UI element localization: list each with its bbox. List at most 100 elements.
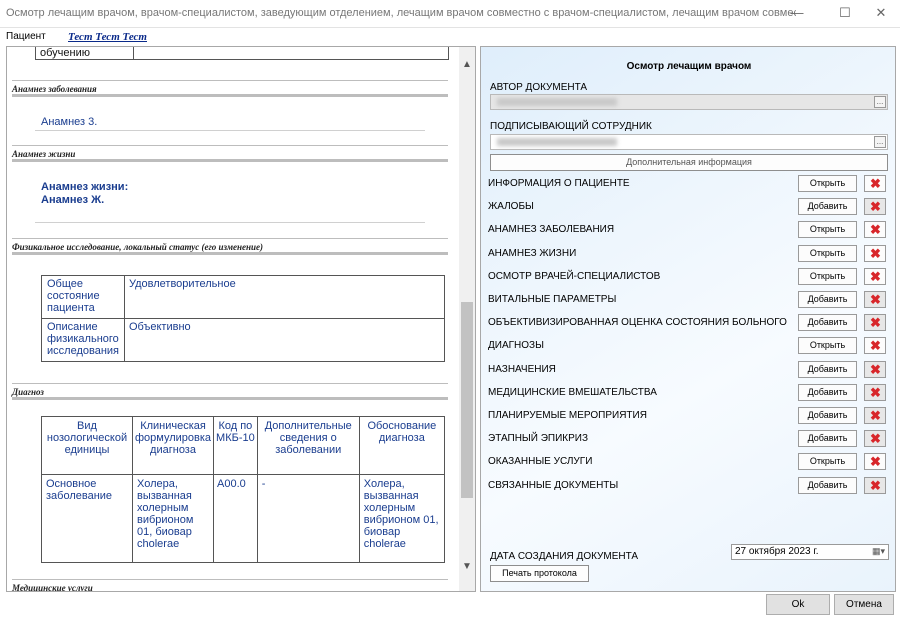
table-cell: Основное заболевание bbox=[41, 474, 133, 563]
delete-button[interactable]: ✖ bbox=[864, 314, 886, 332]
delete-button[interactable]: ✖ bbox=[864, 291, 886, 308]
delete-button[interactable]: ✖ bbox=[864, 383, 886, 401]
document-preview[interactable]: обучению Анамнез заболевания Анамнез 3. … bbox=[6, 46, 476, 592]
delete-icon: ✖ bbox=[870, 245, 881, 261]
author-field[interactable]: ... bbox=[490, 94, 888, 110]
delete-icon: ✖ bbox=[870, 268, 881, 284]
maximize-button[interactable]: ☐ bbox=[826, 0, 864, 28]
anamnesis-life-line1: Анамнез жизни: bbox=[41, 181, 129, 193]
table-header-cell: Дополнительные сведения о заболевании bbox=[256, 416, 360, 475]
delete-button[interactable]: ✖ bbox=[864, 476, 886, 494]
table-row: Общее состояние пациента Удовлетворитель… bbox=[41, 275, 445, 319]
delete-icon: ✖ bbox=[870, 315, 881, 331]
signer-select-button[interactable]: ... bbox=[874, 136, 886, 148]
add-button[interactable]: Добавить bbox=[798, 407, 857, 424]
scroll-down-icon[interactable]: ▼ bbox=[459, 559, 475, 575]
diagnosis-table: Вид нозологической единицы Клиническая ф… bbox=[41, 416, 446, 563]
delete-icon: ✖ bbox=[870, 408, 881, 423]
delete-button[interactable]: ✖ bbox=[864, 407, 886, 424]
anamnesis-disease-text: Анамнез 3. bbox=[41, 116, 98, 128]
redacted-name bbox=[497, 98, 617, 106]
additional-info-button[interactable]: Дополнительная информация bbox=[490, 154, 888, 171]
document-content: обучению Анамнез заболевания Анамнез 3. … bbox=[7, 47, 459, 591]
add-button[interactable]: Добавить bbox=[798, 314, 857, 332]
table-header-cell: Клиническая формулировка диагноза bbox=[131, 416, 215, 475]
delete-button[interactable]: ✖ bbox=[864, 430, 886, 448]
add-button[interactable]: Добавить bbox=[798, 360, 857, 378]
section-row: ОКАЗАННЫЕ УСЛУГИ Открыть ✖ bbox=[481, 452, 897, 472]
open-button[interactable]: Открыть bbox=[798, 175, 857, 192]
physical-exam-table: Общее состояние пациента Удовлетворитель… bbox=[41, 275, 445, 362]
ok-button[interactable]: Ok bbox=[766, 594, 830, 615]
delete-button[interactable]: ✖ bbox=[864, 267, 886, 285]
title-bar: Осмотр лечащим врачом, врачом-специалист… bbox=[0, 0, 900, 28]
open-button[interactable]: Открыть bbox=[798, 267, 857, 285]
document-scrollbar[interactable]: ▲ ▼ bbox=[459, 47, 475, 591]
delete-button[interactable]: ✖ bbox=[864, 337, 886, 355]
delete-button[interactable]: ✖ bbox=[864, 198, 886, 216]
open-button[interactable]: Открыть bbox=[798, 337, 857, 355]
open-button[interactable]: Открыть bbox=[798, 453, 857, 471]
top-table-fragment: обучению bbox=[35, 47, 449, 60]
delete-icon: ✖ bbox=[870, 222, 881, 238]
scroll-up-icon[interactable]: ▲ bbox=[459, 57, 475, 73]
table-cell: - bbox=[256, 474, 360, 563]
section-row: ОБЪЕКТИВИЗИРОВАННАЯ ОЦЕНКА СОСТОЯНИЯ БОЛ… bbox=[481, 313, 897, 333]
add-button[interactable]: Добавить bbox=[798, 476, 857, 494]
open-button[interactable]: Открыть bbox=[798, 244, 857, 262]
section-row: ЖАЛОБЫ Добавить ✖ bbox=[481, 197, 897, 217]
delete-button[interactable]: ✖ bbox=[864, 360, 886, 378]
section-row-label: ЭТАПНЫЙ ЭПИКРИЗ bbox=[488, 433, 589, 445]
date-value: 27 октября 2023 г. bbox=[735, 546, 819, 557]
delete-icon: ✖ bbox=[870, 292, 881, 307]
section-title-medical-services: Медицинские услуги bbox=[12, 579, 448, 591]
scroll-thumb[interactable] bbox=[461, 302, 473, 498]
delete-button[interactable]: ✖ bbox=[864, 453, 886, 471]
signer-field[interactable]: ... bbox=[490, 134, 888, 150]
table-cell: Удовлетворительное bbox=[124, 275, 445, 319]
add-button[interactable]: Добавить bbox=[798, 383, 857, 401]
section-row-label: ОКАЗАННЫЕ УСЛУГИ bbox=[488, 456, 593, 468]
redacted-name bbox=[497, 138, 617, 146]
section-row: СВЯЗАННЫЕ ДОКУМЕНТЫ Добавить ✖ bbox=[481, 476, 897, 496]
delete-button[interactable]: ✖ bbox=[864, 221, 886, 239]
cancel-button[interactable]: Отмена bbox=[834, 594, 894, 615]
section-row: АНАМНЕЗ ЖИЗНИ Открыть ✖ bbox=[481, 244, 897, 264]
divider bbox=[35, 130, 425, 131]
add-button[interactable]: Добавить bbox=[798, 198, 857, 216]
delete-icon: ✖ bbox=[870, 454, 881, 470]
signer-label: ПОДПИСЫВАЮЩИЙ СОТРУДНИК bbox=[490, 121, 652, 132]
patient-label: Пациент bbox=[6, 31, 46, 42]
section-title-diagnosis: Диагноз bbox=[12, 383, 448, 400]
section-row-label: АНАМНЕЗ ЖИЗНИ bbox=[488, 247, 577, 259]
section-row: НАЗНАЧЕНИЯ Добавить ✖ bbox=[481, 360, 897, 380]
table-cell: Объективно bbox=[124, 318, 445, 362]
top-fragment-cell: обучению bbox=[35, 47, 134, 60]
section-row-label: ПЛАНИРУЕМЫЕ МЕРОПРИЯТИЯ bbox=[488, 410, 647, 421]
patient-name-link[interactable]: Тест Тест Тест bbox=[68, 31, 147, 43]
print-protocol-button[interactable]: Печать протокола bbox=[490, 565, 589, 582]
section-row-label: ОСМОТР ВРАЧЕЙ-СПЕЦИАЛИСТОВ bbox=[488, 270, 661, 282]
delete-button[interactable]: ✖ bbox=[864, 244, 886, 262]
calendar-icon[interactable]: ▦▾ bbox=[872, 546, 885, 557]
add-button[interactable]: Добавить bbox=[798, 430, 857, 448]
exam-form-panel: Осмотр лечащим врачом АВТОР ДОКУМЕНТА ..… bbox=[480, 46, 896, 592]
delete-icon: ✖ bbox=[870, 338, 881, 354]
section-row: ОСМОТР ВРАЧЕЙ-СПЕЦИАЛИСТОВ Открыть ✖ bbox=[481, 267, 897, 287]
table-cell: Описание физикального исследования bbox=[41, 318, 125, 362]
section-title-anamnesis-life: Анамнез жизни bbox=[12, 145, 448, 162]
section-title-anamnesis-disease: Анамнез заболевания bbox=[12, 80, 448, 97]
author-select-button[interactable]: ... bbox=[874, 96, 886, 108]
section-row: АНАМНЕЗ ЗАБОЛЕВАНИЯ Открыть ✖ bbox=[481, 220, 897, 240]
delete-button[interactable]: ✖ bbox=[864, 175, 886, 192]
minimize-button[interactable]: — bbox=[778, 0, 816, 28]
table-cell: Холера, вызванная холерным вибрионом 01,… bbox=[131, 474, 215, 563]
section-row: ПЛАНИРУЕМЫЕ МЕРОПРИЯТИЯ Добавить ✖ bbox=[481, 406, 897, 426]
section-title-physical-exam: Физикальное исследование, локальный стат… bbox=[12, 238, 448, 255]
add-button[interactable]: Добавить bbox=[798, 291, 857, 308]
table-header-row: Вид нозологической единицы Клиническая ф… bbox=[41, 416, 446, 475]
section-row: ВИТАЛЬНЫЕ ПАРАМЕТРЫ Добавить ✖ bbox=[481, 290, 897, 310]
open-button[interactable]: Открыть bbox=[798, 221, 857, 239]
date-picker[interactable]: 27 октября 2023 г. ▦▾ bbox=[731, 544, 889, 560]
close-button[interactable]: ✕ bbox=[862, 0, 900, 28]
